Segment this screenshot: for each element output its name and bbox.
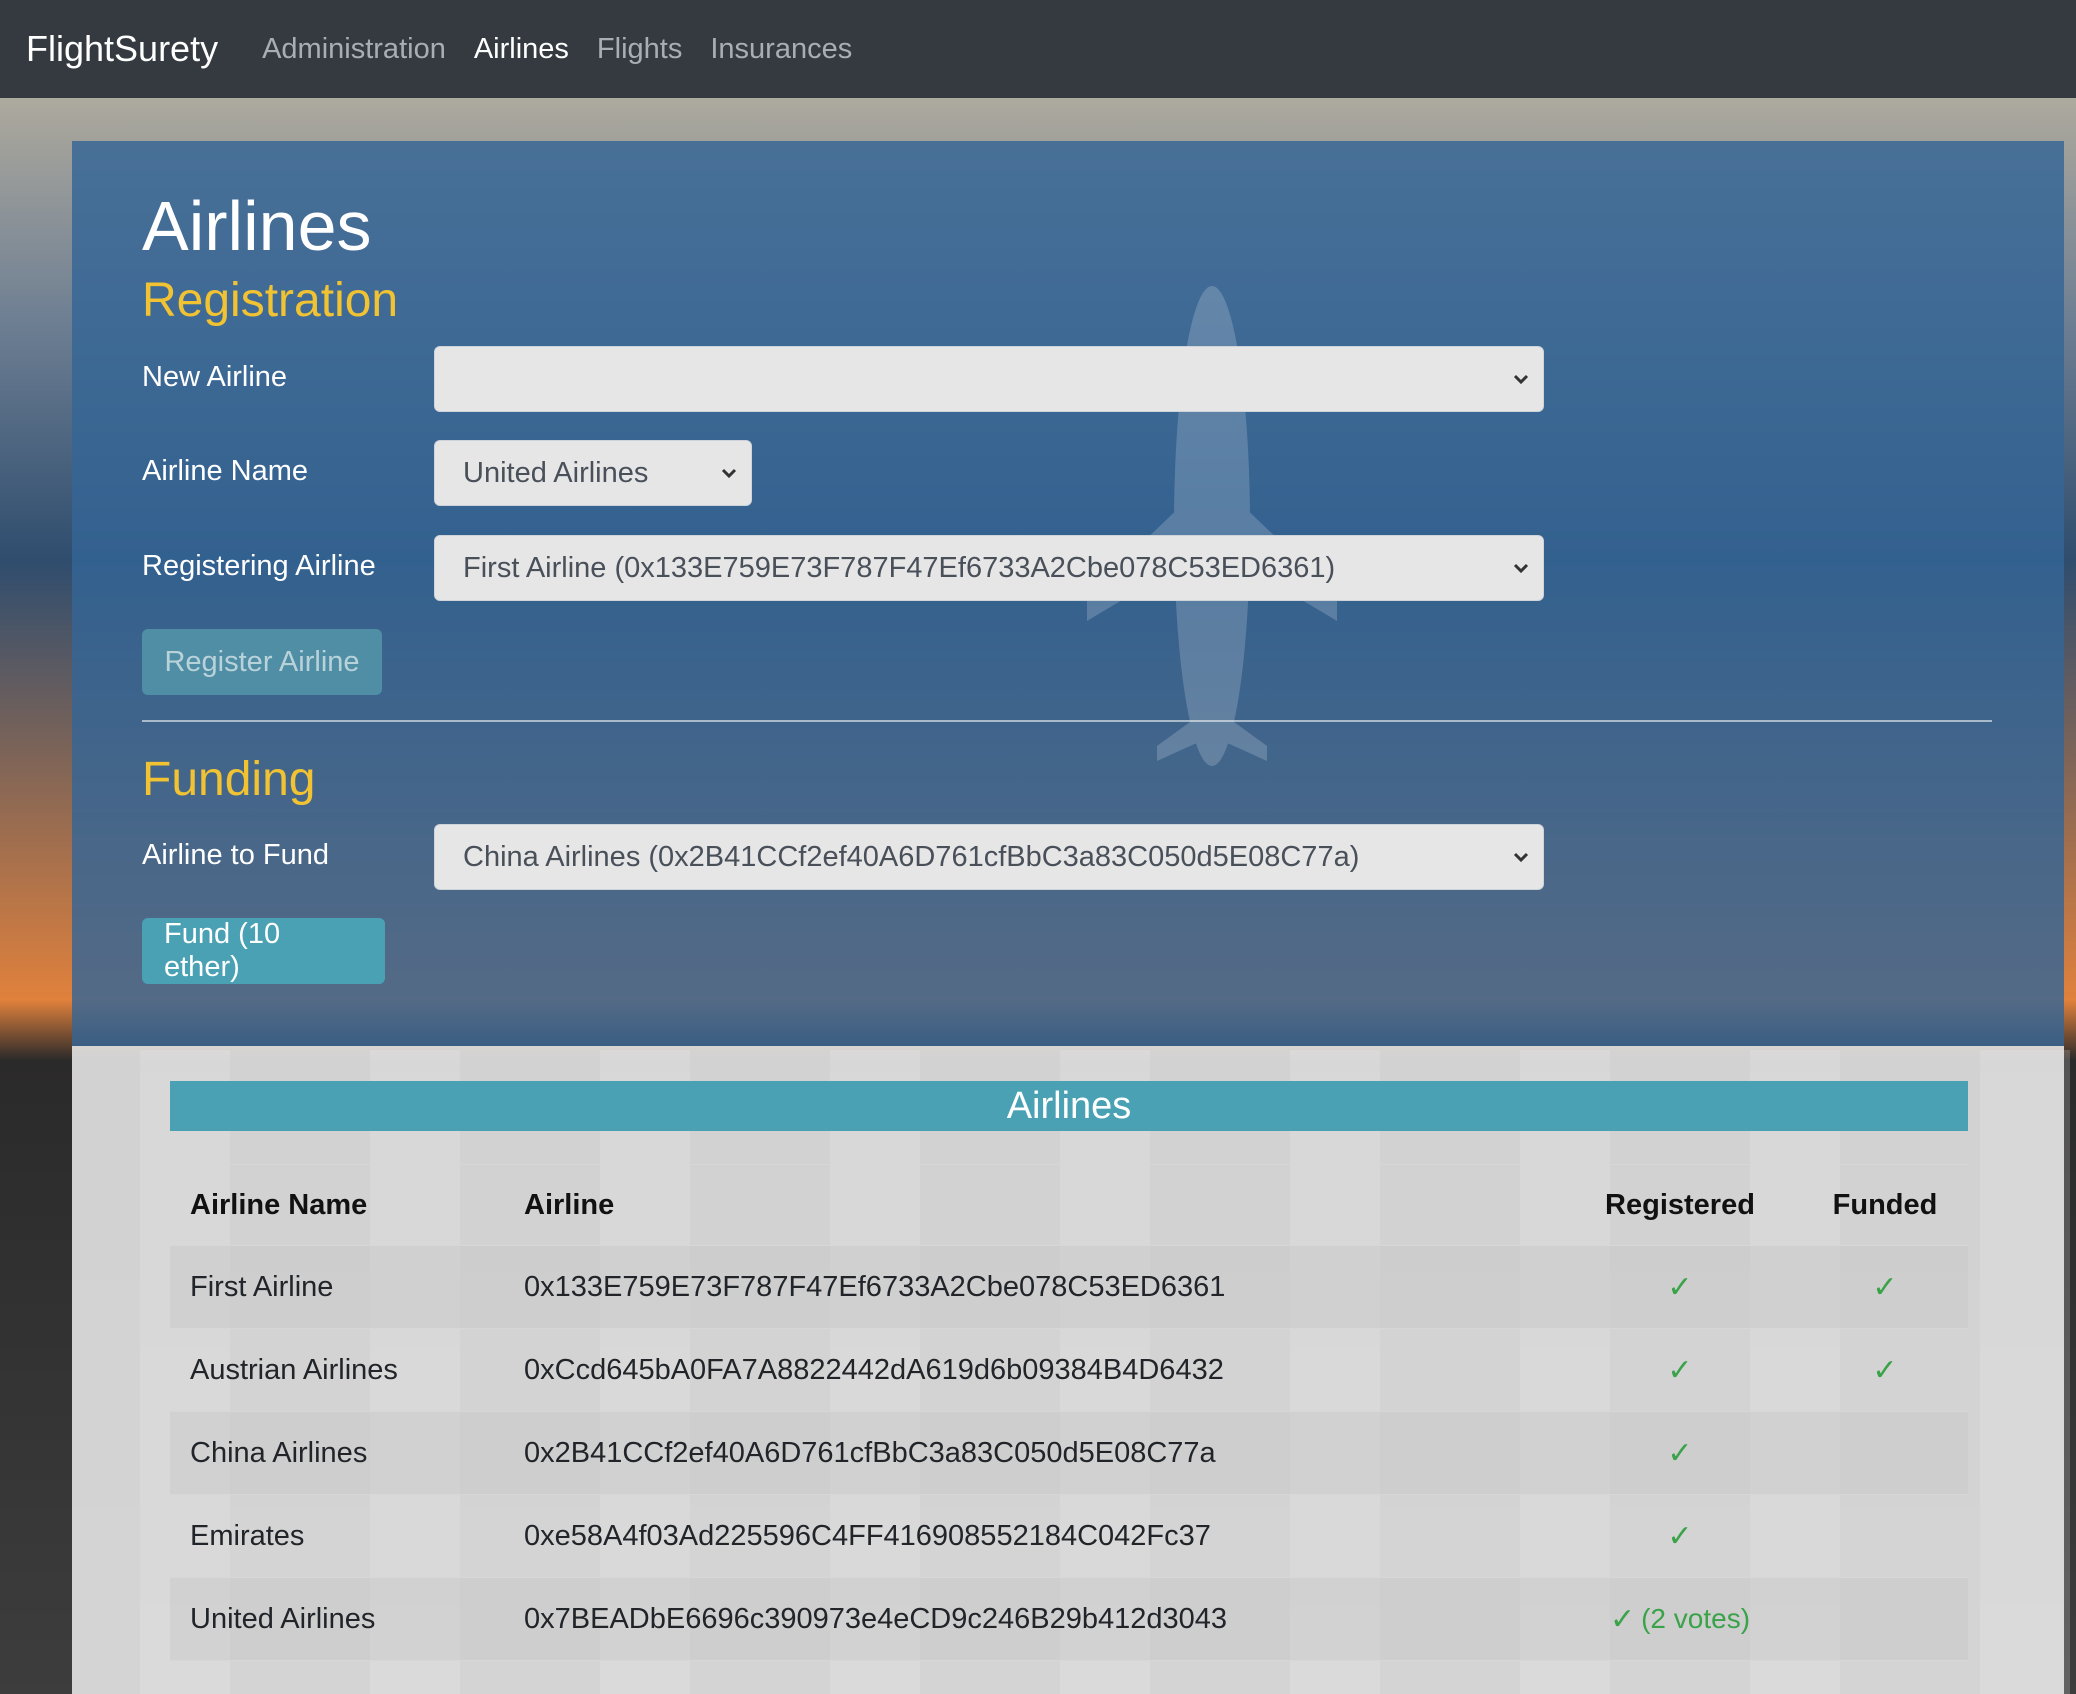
table-row: Austrian Airlines 0xCcd645bA0FA7A8822442… (170, 1329, 1968, 1412)
registered-cell: ✓ (2 votes) (1570, 1578, 1790, 1660)
registering-airline-select[interactable]: First Airline (0x133E759E73F787F47Ef6733… (434, 535, 1544, 601)
registered-cell: ✓ (1570, 1412, 1790, 1494)
check-icon: ✓ (1872, 1353, 1898, 1387)
airline-name-cell: First Airline (190, 1270, 334, 1303)
table-row: First Airline 0x133E759E73F787F47Ef6733A… (170, 1246, 1968, 1329)
nav-link-insurances[interactable]: Insurances (710, 33, 852, 66)
check-icon: ✓ (1667, 1270, 1693, 1304)
table-row: China Airlines 0x2B41CCf2ef40A6D761cfBbC… (170, 1412, 1968, 1495)
registered-cell: ✓ (1570, 1495, 1790, 1577)
navbar: FlightSurety Administration Airlines Fli… (0, 0, 2076, 98)
chevron-down-icon (1513, 563, 1529, 574)
airline-to-fund-label: Airline to Fund (142, 839, 329, 871)
airline-name-cell: United Airlines (190, 1602, 376, 1635)
airline-name-cell: Emirates (190, 1519, 305, 1552)
chevron-down-icon (1513, 852, 1529, 863)
airlines-table-panel: Airlines Airline Name Airline Registered… (72, 1046, 2064, 1694)
airline-name-value: United Airlines (463, 456, 649, 489)
section-divider (142, 720, 1992, 722)
fund-button[interactable]: Fund (10 ether) (142, 918, 385, 984)
column-header-airline: Airline (524, 1188, 615, 1221)
airline-address-cell: 0x133E759E73F787F47Ef6733A2Cbe078C53ED63… (524, 1270, 1226, 1303)
airline-address-cell: 0x2B41CCf2ef40A6D761cfBbC3a83C050d5E08C7… (524, 1436, 1216, 1469)
table-row: Emirates 0xe58A4f03Ad225596C4FF416908552… (170, 1495, 1968, 1578)
check-icon: ✓ (1667, 1519, 1693, 1553)
funded-cell: ✓ (1800, 1329, 1970, 1411)
registering-airline-label: Registering Airline (142, 550, 376, 582)
nav-link-flights[interactable]: Flights (597, 33, 682, 66)
funded-cell: ✓ (1800, 1246, 1970, 1328)
column-header-funded: Funded (1832, 1188, 1938, 1221)
brand-logo[interactable]: FlightSurety (26, 28, 218, 70)
check-icon: ✓ (1609, 1602, 1636, 1636)
votes-count: (2 votes) (1641, 1603, 1751, 1634)
funding-title: Funding (142, 753, 316, 806)
airline-to-fund-select[interactable]: China Airlines (0x2B41CCf2ef40A6D761cfBb… (434, 824, 1544, 890)
registered-cell: ✓ (1570, 1329, 1790, 1411)
funded-cell (1800, 1412, 1970, 1494)
airline-address-cell: 0xCcd645bA0FA7A8822442dA619d6b09384B4D64… (524, 1353, 1224, 1386)
airline-name-label: Airline Name (142, 455, 308, 487)
airlines-form-panel: Airlines Registration New Airline Airlin… (72, 141, 2064, 1046)
airlines-table: Airline Name Airline Registered Funded F… (170, 1164, 1968, 1661)
table-row: United Airlines 0x7BEADbE6696c390973e4eC… (170, 1578, 1968, 1661)
check-icon: ✓ (1667, 1353, 1693, 1387)
registering-airline-value: First Airline (0x133E759E73F787F47Ef6733… (463, 551, 1336, 584)
airline-address-cell: 0x7BEADbE6696c390973e4eCD9c246B29b412d30… (524, 1602, 1228, 1635)
airline-name-cell: Austrian Airlines (190, 1353, 398, 1386)
check-icon: ✓ (1667, 1436, 1693, 1470)
registered-cell: ✓ (1570, 1246, 1790, 1328)
register-airline-button[interactable]: Register Airline (142, 629, 382, 695)
funded-cell (1800, 1578, 1970, 1660)
nav-link-administration[interactable]: Administration (262, 33, 446, 66)
airline-address-cell: 0xe58A4f03Ad225596C4FF416908552184C042Fc… (524, 1519, 1211, 1552)
airline-name-cell: China Airlines (190, 1436, 368, 1469)
column-header-airline-name: Airline Name (190, 1188, 368, 1221)
airline-to-fund-value: China Airlines (0x2B41CCf2ef40A6D761cfBb… (463, 840, 1360, 873)
airline-name-select[interactable]: United Airlines (434, 440, 752, 506)
new-airline-label: New Airline (142, 361, 288, 393)
check-icon: ✓ (1872, 1270, 1898, 1304)
registration-title: Registration (142, 274, 399, 327)
page-title: Airlines (142, 187, 372, 265)
chevron-down-icon (1513, 374, 1529, 385)
nav-link-airlines[interactable]: Airlines (474, 33, 569, 66)
chevron-down-icon (721, 468, 737, 479)
column-header-registered: Registered (1605, 1188, 1755, 1221)
table-header-row: Airline Name Airline Registered Funded (170, 1165, 1968, 1246)
new-airline-select[interactable] (434, 346, 1544, 412)
airlines-table-title: Airlines (170, 1081, 1968, 1131)
funded-cell (1800, 1495, 1970, 1577)
